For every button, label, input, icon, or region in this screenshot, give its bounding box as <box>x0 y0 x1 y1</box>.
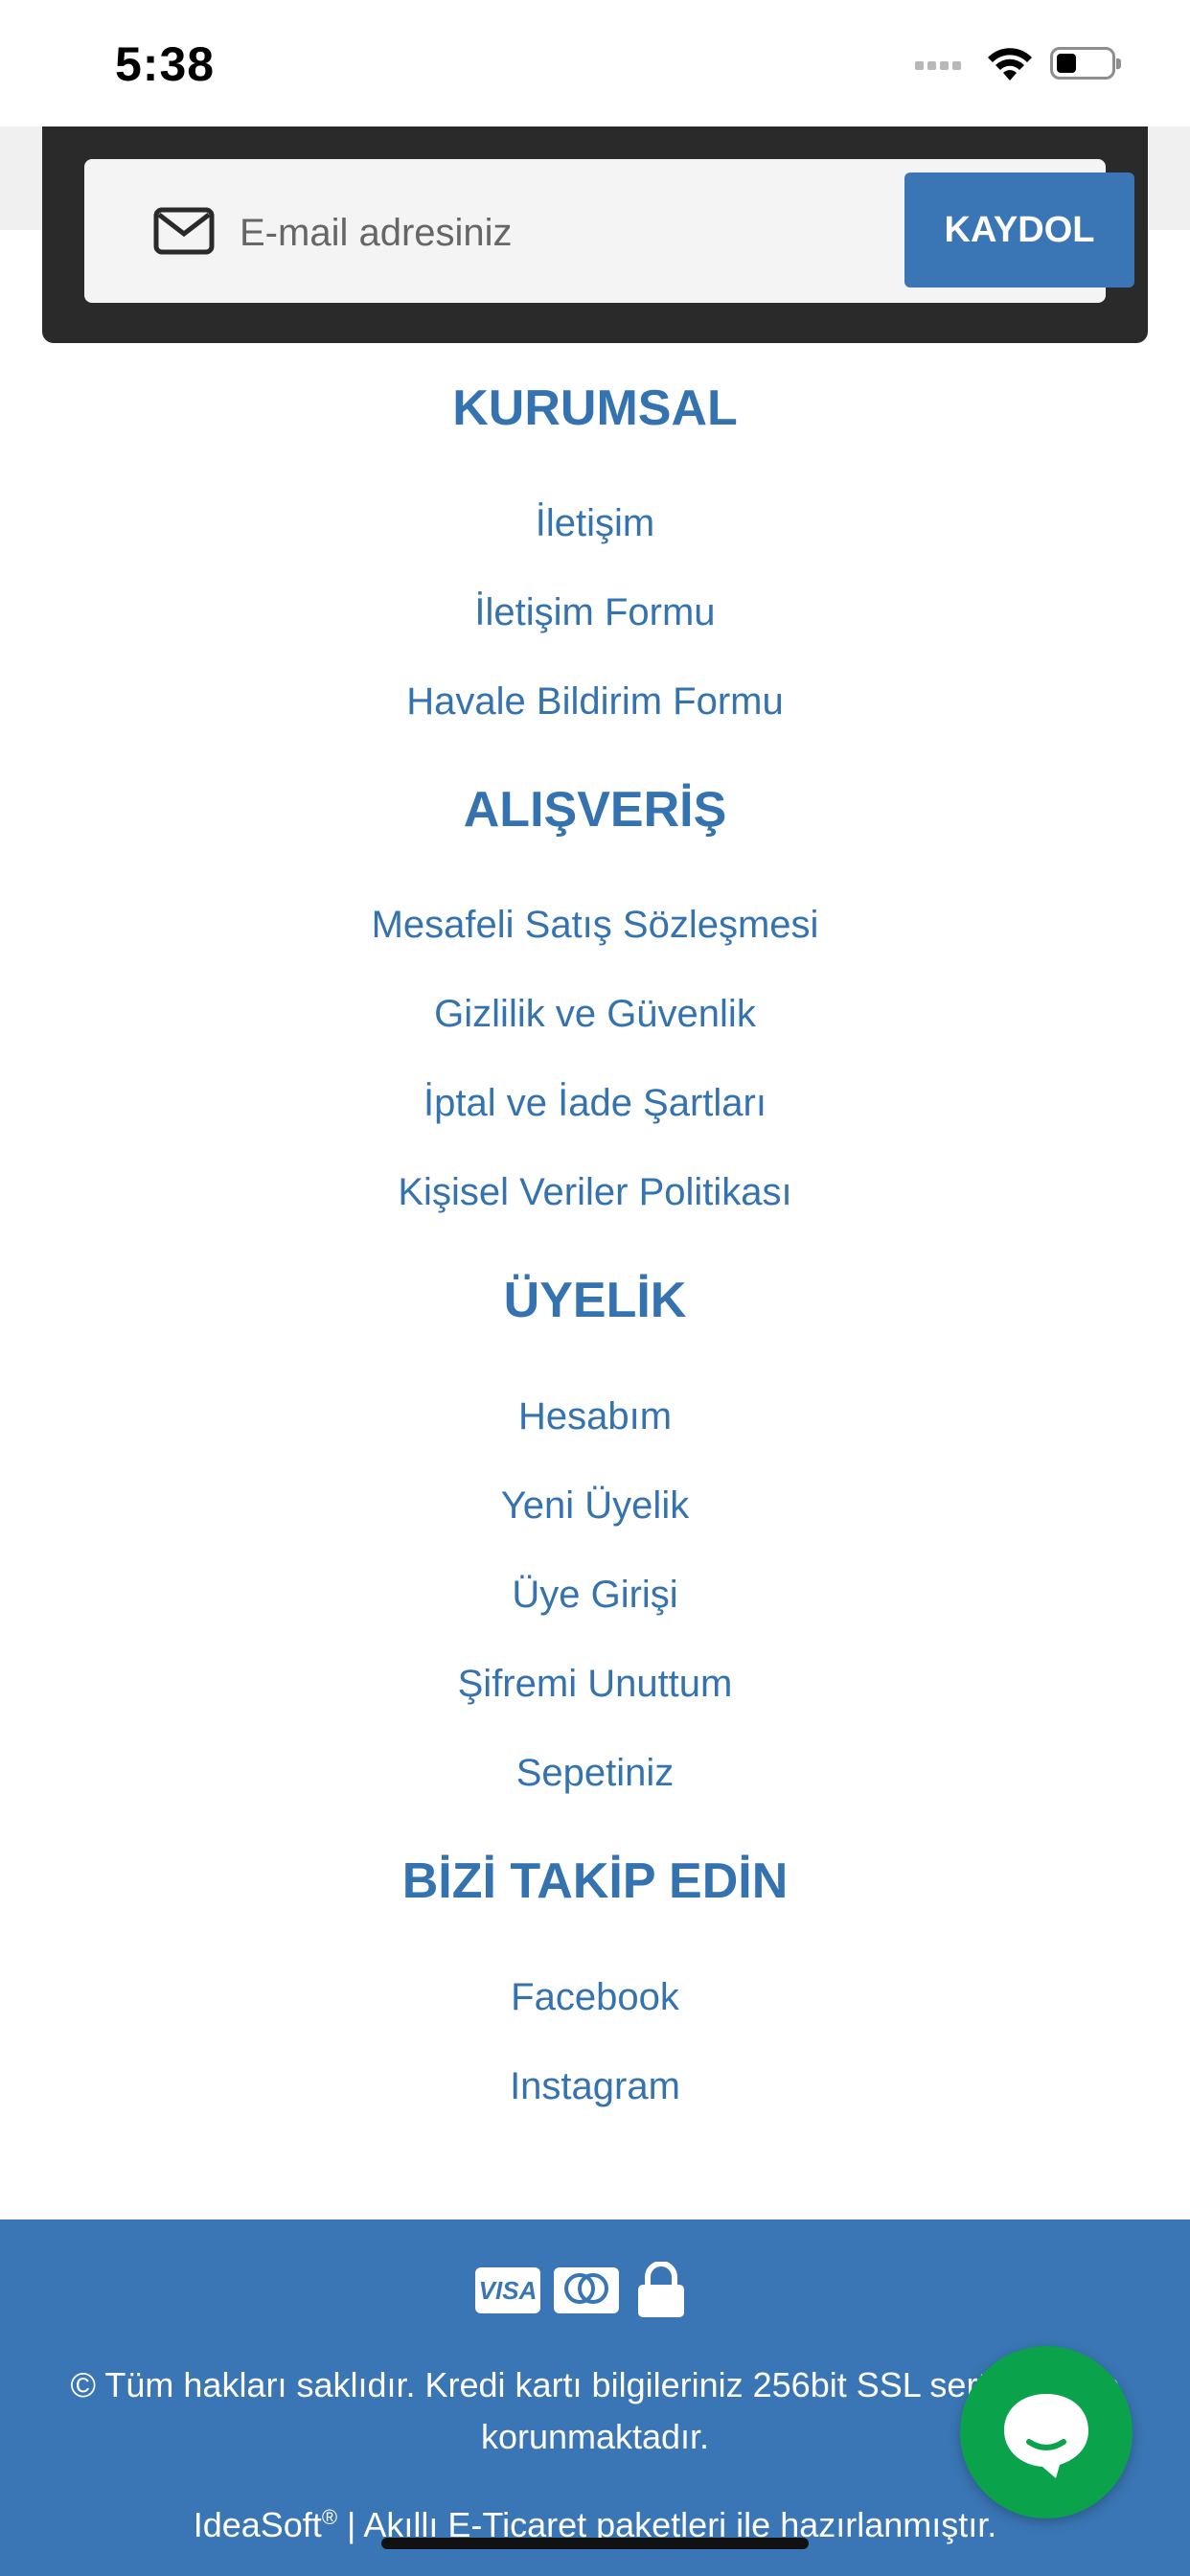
visa-icon: VISA <box>475 2267 540 2313</box>
status-time: 5:38 <box>115 37 216 91</box>
section-title-alisveris: ALIŞVERİŞ <box>463 782 727 838</box>
chat-button[interactable] <box>960 2346 1133 2518</box>
mastercard-icon <box>554 2267 619 2313</box>
link-hesabim[interactable]: Hesabım <box>0 1395 1190 1438</box>
subscribe-button[interactable]: KAYDOL <box>904 172 1134 288</box>
status-bar: 5:38 <box>0 0 1190 126</box>
link-havale-bildirim-formu[interactable]: Havale Bildirim Formu <box>0 680 1190 724</box>
link-kisisel-veriler[interactable]: Kişisel Veriler Politikası <box>0 1171 1190 1214</box>
link-sifremi-unuttum[interactable]: Şifremi Unuttum <box>0 1663 1190 1706</box>
section-title-takip: BİZİ TAKİP EDİN <box>401 1853 789 1909</box>
section-title-kurumsal: KURUMSAL <box>452 380 738 436</box>
chat-bubble-icon <box>1004 2394 1088 2478</box>
credit-brand[interactable]: IdeaSoft <box>194 2505 322 2544</box>
wifi-icon <box>988 48 1032 80</box>
link-uye-girisi[interactable]: Üye Girişi <box>0 1574 1190 1617</box>
link-iletisim[interactable]: İletişim <box>0 502 1190 545</box>
registered-mark: ® <box>321 2505 338 2529</box>
newsletter-form: KAYDOL <box>84 159 1134 303</box>
cellular-signal-icon <box>915 58 965 75</box>
envelope-icon <box>153 207 215 255</box>
link-gizlilik-guvenlik[interactable]: Gizlilik ve Güvenlik <box>0 993 1190 1036</box>
section-title-uyelik: ÜYELİK <box>503 1273 687 1328</box>
email-input[interactable] <box>238 194 912 272</box>
ssl-lock-icon <box>638 2262 684 2317</box>
battery-icon <box>1050 47 1121 80</box>
link-yeni-uyelik[interactable]: Yeni Üyelik <box>0 1484 1190 1528</box>
home-indicator[interactable] <box>381 2538 809 2549</box>
link-facebook[interactable]: Facebook <box>0 1976 1190 2019</box>
link-sepetiniz[interactable]: Sepetiniz <box>0 1752 1190 1795</box>
link-iletisim-formu[interactable]: İletişim Formu <box>0 591 1190 634</box>
link-iptal-iade[interactable]: İptal ve İade Şartları <box>0 1082 1190 1125</box>
link-mesafeli-satis[interactable]: Mesafeli Satış Sözleşmesi <box>0 904 1190 947</box>
link-instagram[interactable]: Instagram <box>0 2065 1190 2108</box>
newsletter-panel: KAYDOL <box>42 126 1148 343</box>
